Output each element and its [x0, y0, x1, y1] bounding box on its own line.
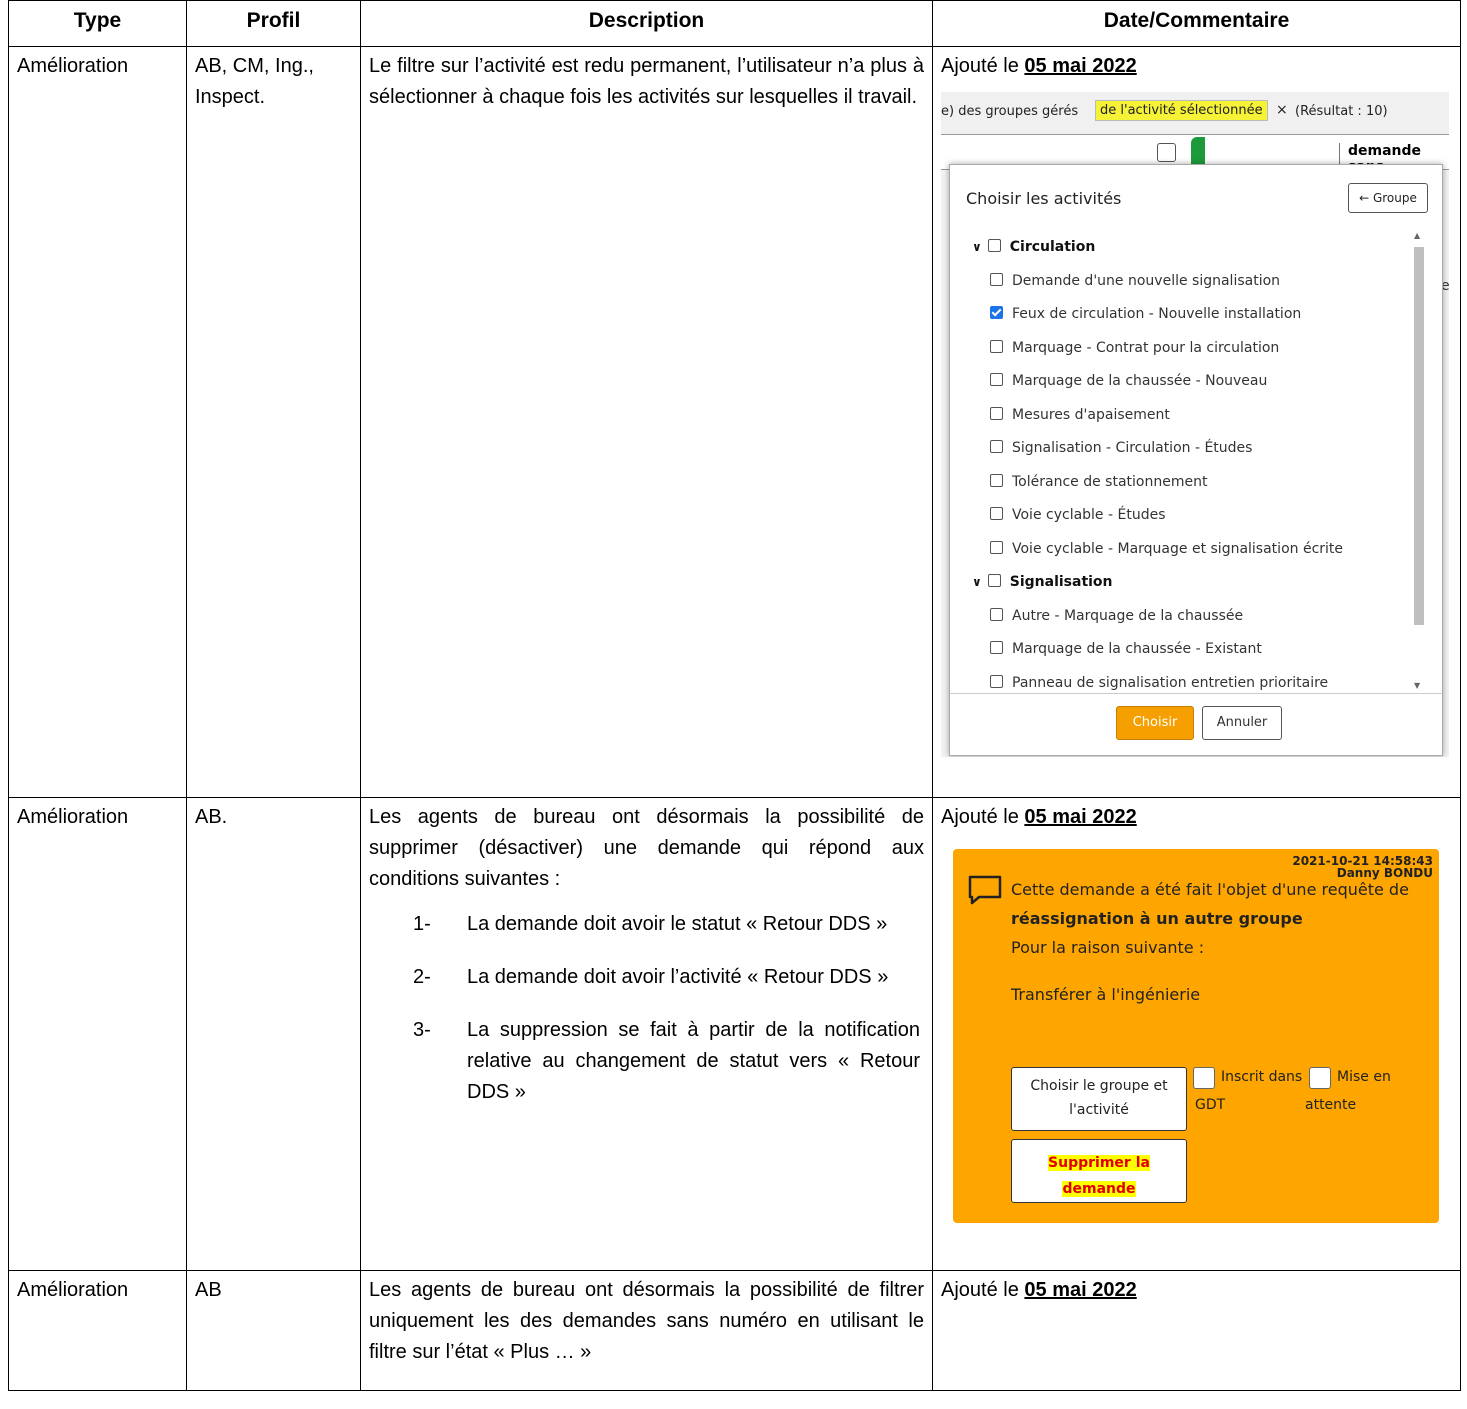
activity-option[interactable]: Tolérance de stationnement — [990, 473, 1207, 490]
group-header[interactable]: ∨ Signalisation — [972, 574, 1113, 590]
header-profil: Profil — [186, 0, 361, 47]
chevron-down-icon[interactable]: ∨ — [972, 240, 982, 254]
header-row: Type Profil Description Date/Commentaire — [8, 0, 1461, 47]
choose-button[interactable]: Choisir — [1116, 706, 1194, 740]
header-date: Date/Commentaire — [932, 0, 1461, 47]
filter-bar: e) des groupes gérés de l'activité sélec… — [941, 92, 1449, 134]
activity-option[interactable]: Autre - Marquage de la chaussée — [990, 607, 1243, 624]
wait-checkbox[interactable] — [1309, 1067, 1331, 1089]
conditions-list: 1- La demande doit avoir le statut « Ret… — [361, 895, 932, 1108]
row-description: Le filtre sur l’activité est redu perman… — [369, 55, 924, 108]
added-date: Ajouté le 05 mai 2022 — [941, 55, 1137, 77]
activity-option[interactable]: Signalisation - Circulation - Études — [990, 440, 1252, 456]
table-row: Amélioration AB Les agents de bureau ont… — [8, 1270, 1461, 1391]
scroll-down-icon[interactable]: ▼ — [1414, 681, 1420, 690]
table-row: Amélioration AB. Les agents de bureau on… — [8, 797, 1461, 1271]
notification-text: Cette demande a été fait l'objet d'une r… — [1011, 880, 1409, 1004]
activity-checkbox[interactable] — [990, 339, 1003, 353]
activity-checkbox[interactable] — [990, 641, 1003, 654]
activity-checkbox[interactable] — [990, 674, 1003, 688]
list-item: 3- La suppression se fait à partir de la… — [413, 1019, 920, 1103]
close-icon[interactable]: × — [1276, 102, 1288, 118]
cancel-button[interactable]: Annuler — [1202, 706, 1282, 740]
activity-checkbox[interactable] — [990, 473, 1003, 487]
choose-group-button[interactable]: Choisir le groupe et l'activité — [1011, 1067, 1187, 1131]
activity-checkbox[interactable] — [990, 272, 1003, 286]
activity-option[interactable]: Panneau de signalisation entretien prior… — [990, 674, 1328, 691]
gdt-checkbox[interactable] — [1193, 1067, 1215, 1089]
activity-list: ∨ Circulation Demande d'une nouvelle signa… — [950, 235, 1420, 695]
row-description: Les agents de bureau ont désormais la po… — [369, 806, 924, 890]
row-description: Les agents de bureau ont désormais la po… — [369, 1279, 924, 1363]
choose-activities-dialog: Choisir les activités ← Groupe ∨ Circulat… — [949, 164, 1443, 756]
screenshot-reassignment-notification: 2021-10-21 14:58:43 Danny BONDU Cette de… — [953, 849, 1439, 1223]
scroll-up-icon[interactable]: ▲ — [1414, 231, 1420, 240]
group-button[interactable]: ← Groupe — [1348, 183, 1428, 213]
dialog-footer: Choisir Annuler — [950, 693, 1442, 754]
activity-checkbox[interactable] — [990, 507, 1003, 520]
result-count: (Résultat : 10) — [1295, 104, 1388, 119]
activity-option[interactable]: Voie cyclable - Marquage et signalisatio… — [990, 540, 1343, 557]
row-type: Amélioration — [17, 55, 129, 77]
group-checkbox[interactable] — [987, 574, 1001, 587]
header-description: Description — [360, 0, 933, 47]
header-type: Type — [8, 0, 187, 47]
activity-checkbox[interactable] — [990, 440, 1003, 453]
activity-checkbox[interactable] — [990, 607, 1003, 621]
wait-label: Mise en — [1337, 1069, 1391, 1085]
row-type: Amélioration — [17, 806, 129, 828]
chevron-down-icon[interactable]: ∨ — [972, 575, 982, 589]
added-date: Ajouté le 05 mai 2022 — [941, 1279, 1137, 1301]
dialog-title: Choisir les activités — [966, 189, 1122, 208]
comment-icon — [968, 875, 1002, 905]
row-profil: AB — [195, 1279, 222, 1301]
activity-checkbox[interactable] — [990, 373, 1003, 386]
activity-option[interactable]: Marquage de la chaussée - Nouveau — [990, 373, 1267, 389]
gdt-label: Inscrit dans — [1221, 1069, 1303, 1085]
table-row: Amélioration AB, CM, Ing., Inspect. Le f… — [8, 46, 1461, 798]
screenshot-activity-filter: e) des groupes gérés de l'activité sélec… — [941, 92, 1449, 757]
activity-option[interactable]: Marquage - Contrat pour la circulation — [990, 339, 1279, 356]
scrollbar[interactable]: ▲ ▼ — [1412, 231, 1426, 693]
active-filter-chip[interactable]: de l'activité sélectionnée — [1095, 100, 1268, 121]
added-date: Ajouté le 05 mai 2022 — [941, 806, 1137, 828]
delete-request-button[interactable]: Supprimer la demande — [1011, 1139, 1187, 1203]
release-notes-table: Type Profil Description Date/Commentaire… — [8, 0, 1461, 1391]
row-checkbox[interactable] — [1157, 143, 1176, 162]
activity-checkbox[interactable] — [990, 406, 1003, 420]
list-item: 1- La demande doit avoir le statut « Ret… — [413, 913, 888, 935]
activity-option[interactable]: Feux de circulation - Nouvelle installat… — [990, 306, 1301, 322]
activity-checkbox[interactable] — [990, 306, 1003, 319]
activity-option[interactable]: Marquage de la chaussée - Existant — [990, 641, 1262, 657]
activity-option[interactable]: Demande d'une nouvelle signalisation — [990, 272, 1280, 289]
list-item: 2- La demande doit avoir l’activité « Re… — [413, 966, 889, 988]
row-profil: AB, CM, Ing., Inspect. — [195, 55, 314, 108]
activity-option[interactable]: Voie cyclable - Études — [990, 507, 1166, 523]
group-checkbox[interactable] — [987, 239, 1001, 252]
activity-checkbox[interactable] — [990, 540, 1003, 554]
activity-option[interactable]: Mesures d'apaisement — [990, 406, 1170, 423]
group-header[interactable]: ∨ Circulation — [972, 239, 1095, 255]
row-type: Amélioration — [17, 1279, 129, 1301]
row-profil: AB. — [195, 806, 228, 828]
